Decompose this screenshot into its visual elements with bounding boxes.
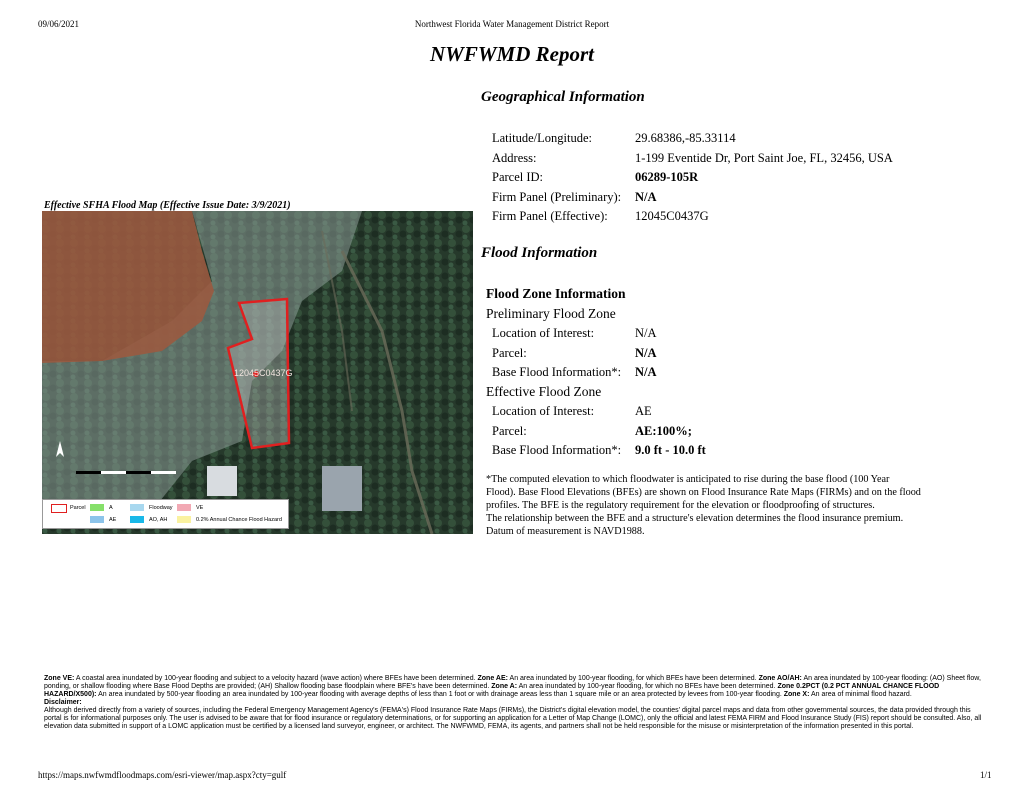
prelim-bfe-value: N/A xyxy=(635,365,657,379)
geographical-info: Latitude/Longitude: 29.68386,-85.33114 A… xyxy=(492,131,992,231)
firm-effective-row: Firm Panel (Effective): 12045C0437G xyxy=(492,209,992,229)
effective-zone-info: Location of Interest: AE Parcel: AE:100%… xyxy=(492,404,992,463)
legend-floodway-swatch xyxy=(130,504,144,511)
footnote-line: *The computed elevation to which floodwa… xyxy=(486,474,890,485)
lat-long-value: 29.68386,-85.33114 xyxy=(635,131,736,145)
parcel-id-value: 06289-105R xyxy=(635,170,699,184)
firm-effective-value: 12045C0437G xyxy=(635,209,709,223)
legend-ve-label: VE xyxy=(196,505,204,511)
footnote-line: Datum of measurement is NAVD1988. xyxy=(486,526,645,537)
address-value: 1-199 Eventide Dr, Port Saint Joe, FL, 3… xyxy=(635,150,893,165)
footnote-line: The relationship between the BFE and a s… xyxy=(486,513,904,524)
parcel-id-label: Parcel ID: xyxy=(492,170,544,184)
legend-parcel-swatch xyxy=(51,504,67,513)
legend-pct-swatch xyxy=(177,516,191,523)
legend-pct-label: 0.2% Annual Chance Flood Hazard xyxy=(196,517,282,523)
prelim-location-label: Location of Interest: xyxy=(492,326,595,340)
address-label: Address: xyxy=(492,150,537,165)
report-header-title: Northwest Florida Water Management Distr… xyxy=(414,19,610,29)
note-aoah-label: Zone AO/AH: xyxy=(758,675,802,682)
flood-map[interactable]: 12045C0437G Parcel A Floodway VE AE AO, … xyxy=(42,211,473,534)
address-row: Address: 1-199 Eventide Dr, Port Saint J… xyxy=(492,151,992,171)
legend-floodway-label: Floodway xyxy=(149,505,173,511)
map-legend: Parcel A Floodway VE AE AO, AH 0.2% Annu… xyxy=(42,499,289,529)
prelim-location-value: N/A xyxy=(635,326,657,340)
eff-parcel-label: Parcel: xyxy=(492,423,527,438)
disclaimer-label: Disclaimer: xyxy=(44,699,82,706)
prelim-parcel-label: Parcel: xyxy=(492,345,527,360)
bfe-footnote: *The computed elevation to which floodwa… xyxy=(486,473,956,538)
note-a-text: An area inundated by 100-year flooding, … xyxy=(518,683,776,690)
note-a-label: Zone A: xyxy=(491,683,518,690)
eff-location-row: Location of Interest: AE xyxy=(492,404,992,424)
flood-heading: Flood Information xyxy=(481,245,598,261)
firm-preliminary-label: Firm Panel (Preliminary): xyxy=(492,189,622,204)
flood-zone-title: Flood Zone Information xyxy=(486,286,626,301)
preliminary-zone-info: Location of Interest: N/A Parcel: N/A Ba… xyxy=(492,326,992,385)
eff-parcel-row: Parcel: AE:100%; xyxy=(492,424,992,444)
effective-zone-heading: Effective Flood Zone xyxy=(486,384,602,399)
legend-parcel-label: Parcel xyxy=(70,505,86,511)
legend-aoah-label: AO, AH xyxy=(149,517,168,523)
zone-definitions: Zone VE: A coastal area inundated by 100… xyxy=(44,675,984,731)
disclaimer-text: Although derived directly from a variety… xyxy=(44,707,982,730)
prelim-bfe-row: Base Flood Information*: N/A xyxy=(492,365,992,385)
eff-bfe-row: Base Flood Information*: 9.0 ft - 10.0 f… xyxy=(492,443,992,463)
eff-bfe-value: 9.0 ft - 10.0 ft xyxy=(635,443,706,457)
eff-location-value: AE xyxy=(635,404,652,418)
page-number: 1/1 xyxy=(980,770,992,780)
firm-preliminary-row: Firm Panel (Preliminary): N/A xyxy=(492,190,992,210)
map-title: Effective SFHA Flood Map (Effective Issu… xyxy=(44,200,291,211)
eff-bfe-label: Base Flood Information*: xyxy=(492,443,622,457)
footer-url[interactable]: https://maps.nwfwmdfloodmaps.com/esri-vi… xyxy=(38,770,286,780)
legend-a-label: A xyxy=(109,505,113,511)
note-x-label: Zone X: xyxy=(783,691,810,698)
lat-long-row: Latitude/Longitude: 29.68386,-85.33114 xyxy=(492,131,992,151)
geographical-heading: Geographical Information xyxy=(481,89,645,105)
flood-map-image: 12045C0437G xyxy=(42,211,473,534)
prelim-parcel-row: Parcel: N/A xyxy=(492,346,992,366)
firm-preliminary-value: N/A xyxy=(635,189,657,204)
note-ve-label: Zone VE: xyxy=(44,675,75,682)
page-title: NWFWMD Report xyxy=(430,42,594,66)
footnote-line: Flood). Base Flood Elevations (BFEs) are… xyxy=(486,487,921,498)
prelim-parcel-value: N/A xyxy=(635,345,657,360)
lat-long-label: Latitude/Longitude: xyxy=(492,131,592,145)
prelim-bfe-label: Base Flood Information*: xyxy=(492,365,622,379)
map-panel-label: 12045C0437G xyxy=(234,368,293,378)
legend-aoah-swatch xyxy=(130,516,144,523)
footnote-line: profiles. The BFE is the regulatory requ… xyxy=(486,500,875,511)
preliminary-zone-heading: Preliminary Flood Zone xyxy=(486,306,616,321)
firm-effective-label: Firm Panel (Effective): xyxy=(492,209,608,223)
eff-location-label: Location of Interest: xyxy=(492,404,595,418)
prelim-location-row: Location of Interest: N/A xyxy=(492,326,992,346)
legend-ve-swatch xyxy=(177,504,191,511)
eff-parcel-value: AE:100%; xyxy=(635,423,692,438)
legend-ae-swatch xyxy=(90,516,104,523)
note-x-text: An area of minimal flood hazard. xyxy=(810,691,912,698)
note-ve-text: A coastal area inundated by 100-year flo… xyxy=(75,675,476,682)
parcel-id-row: Parcel ID: 06289-105R xyxy=(492,170,992,190)
note-ae-text: An area inundated by 100-year flooding, … xyxy=(509,675,757,682)
legend-ae-label: AE xyxy=(109,517,117,523)
note-ae-label: Zone AE: xyxy=(477,675,508,682)
note-pct-text: An area inundated by 500-year flooding a… xyxy=(98,691,782,698)
legend-a-swatch xyxy=(90,504,104,511)
